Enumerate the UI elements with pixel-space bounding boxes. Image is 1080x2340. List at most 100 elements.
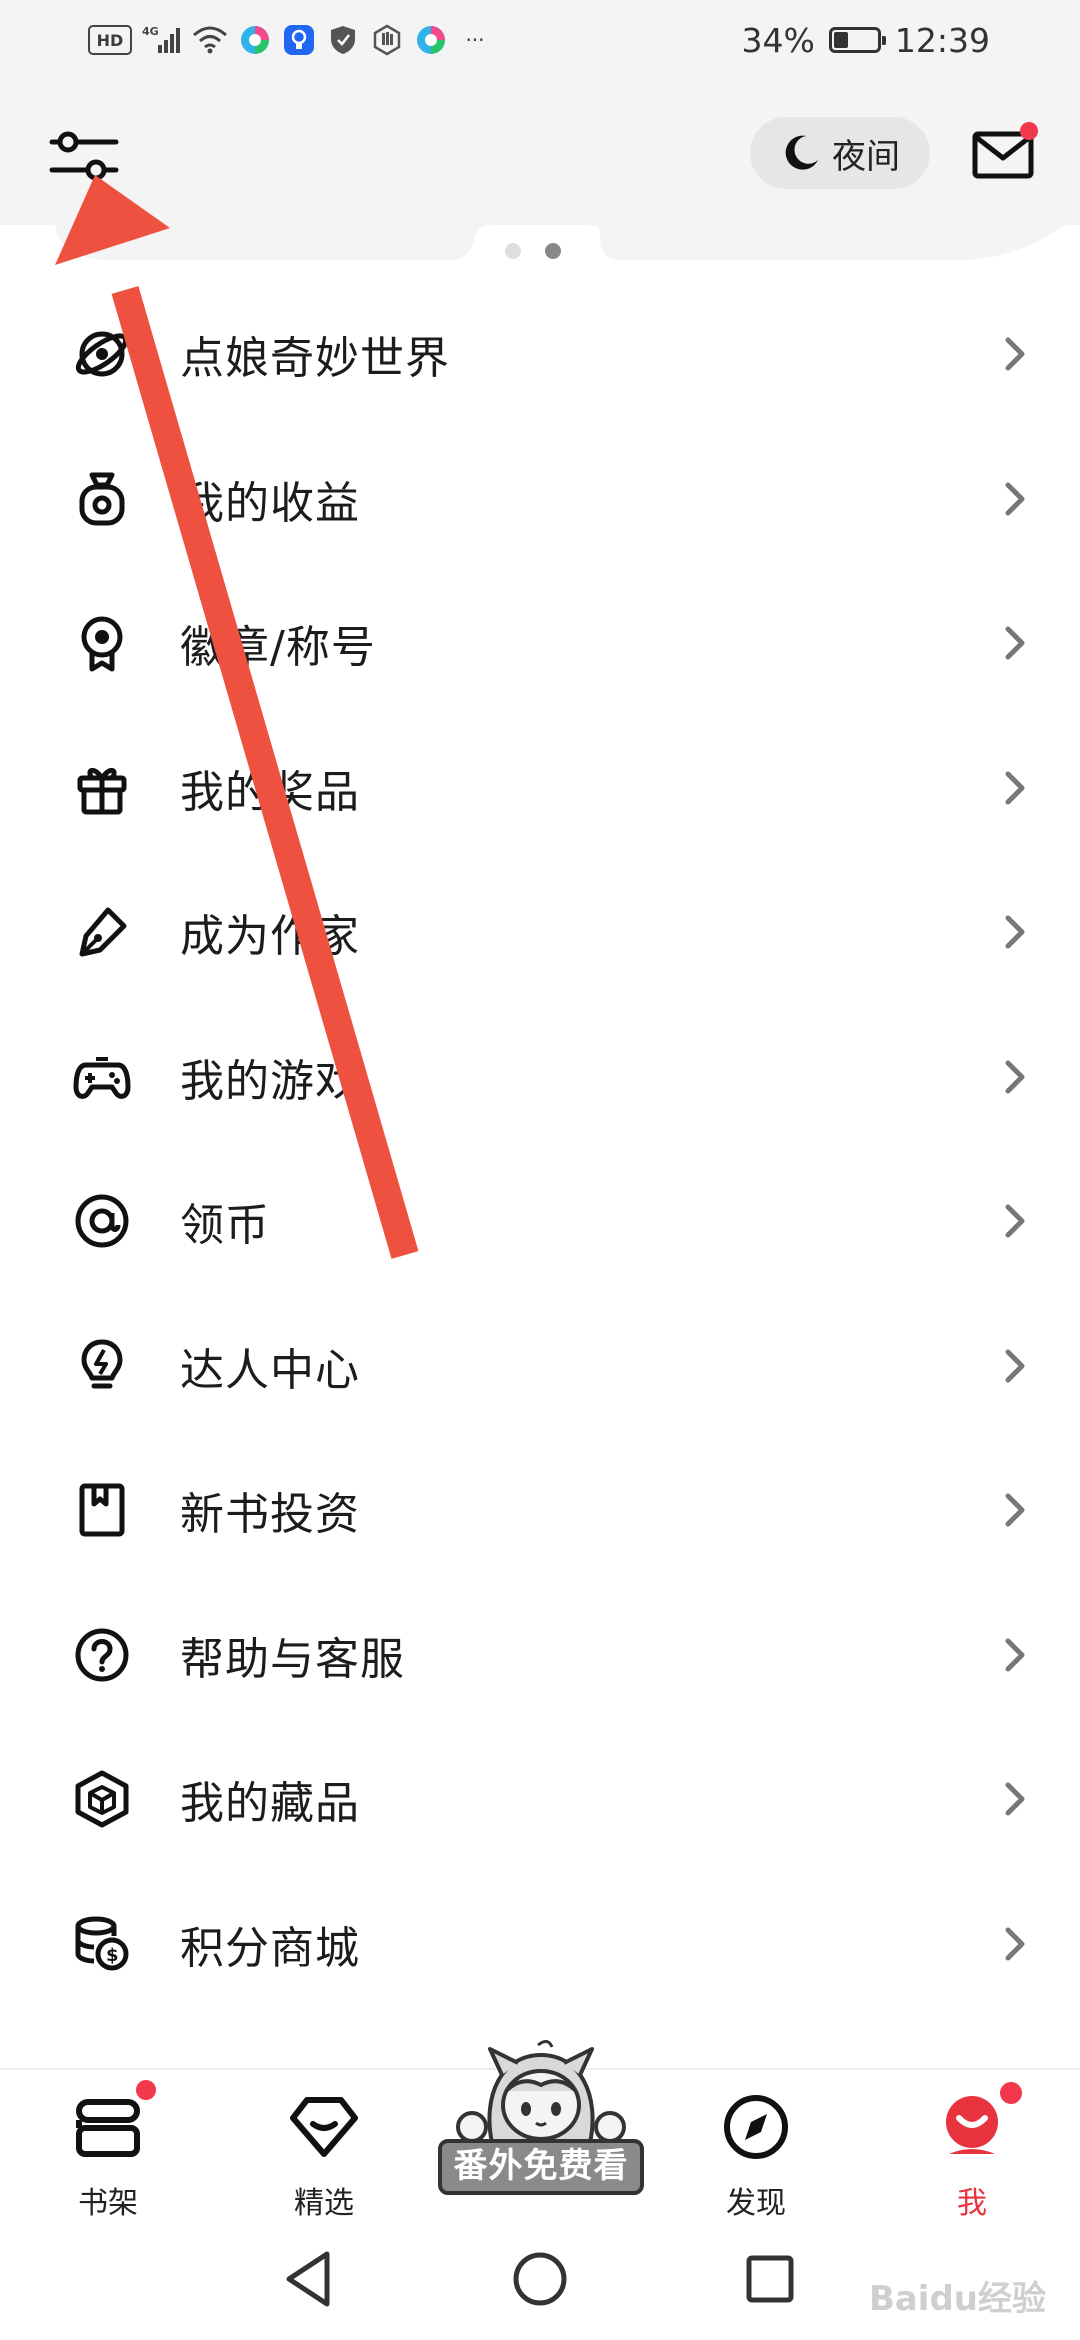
battery-icon <box>828 27 886 53</box>
orbit-icon <box>70 322 134 386</box>
me-badge <box>998 2080 1024 2106</box>
bookmark-book-icon <box>70 1478 134 1542</box>
bulb-app-icon <box>282 23 316 57</box>
tab-bookshelf[interactable]: 书架 <box>38 2070 178 2221</box>
menu-item-label: 帮助与客服 <box>180 1633 405 1685</box>
chevron-right-icon <box>1005 771 1025 805</box>
app-notification-icon <box>238 23 272 57</box>
gift-icon <box>70 756 134 820</box>
system-nav-bar: Baidu经验 <box>0 2218 1080 2340</box>
tab-featured[interactable]: 精选 <box>254 2070 394 2221</box>
mail-unread-badge <box>1020 122 1038 140</box>
menu-item-label: 领币 <box>180 1200 270 1252</box>
chevron-right-icon <box>1005 1493 1025 1527</box>
menu-item-label: 我的奖品 <box>180 766 360 818</box>
tab-label: 精选 <box>294 2186 354 2221</box>
network-type: 4G <box>142 25 159 38</box>
menu-item-label: 积分商城 <box>180 1922 360 1974</box>
menu-item-label: 达人中心 <box>180 1344 360 1396</box>
chevron-right-icon <box>1005 1204 1025 1238</box>
recents-button[interactable] <box>735 2244 805 2314</box>
compass-icon <box>724 2095 788 2159</box>
menu-item-become-writer[interactable]: 成为作家 <box>0 860 1080 1005</box>
home-circle-icon <box>513 2252 567 2306</box>
menu-item-label: 我的游戏 <box>180 1055 360 1107</box>
lightbulb-icon <box>70 1334 134 1398</box>
menu-item-claim-coins[interactable]: 领币 <box>0 1149 1080 1294</box>
status-bar: HD 4G ··· 34% 12:39 <box>0 0 1080 80</box>
menu-item-label: 新书投资 <box>180 1489 360 1541</box>
cube-icon <box>70 1767 134 1831</box>
settings-sliders-button[interactable] <box>46 124 122 188</box>
menu-item-prizes[interactable]: 我的奖品 <box>0 716 1080 861</box>
tab-label: 我 <box>957 2186 987 2221</box>
menu-item-expert-center[interactable]: 达人中心 <box>0 1294 1080 1439</box>
svg-text:$: $ <box>106 1945 119 1966</box>
menu-item-earnings[interactable]: 我的收益 <box>0 427 1080 572</box>
tab-label: 发现 <box>726 2186 786 2221</box>
gamepad-icon <box>70 1045 134 1109</box>
more-notifications-icon: ··· <box>465 28 485 52</box>
medal-icon <box>70 611 134 675</box>
app-notification-icon-2 <box>414 23 448 57</box>
home-button[interactable] <box>505 2244 575 2314</box>
night-mode-button[interactable]: 夜间 <box>750 117 930 189</box>
chevron-right-icon <box>1005 1782 1025 1816</box>
coins-stack-icon: $ <box>70 1912 134 1976</box>
chevron-right-icon <box>1005 337 1025 371</box>
chevron-right-icon <box>1005 1638 1025 1672</box>
promo-free-extra-button[interactable]: 番外免费看 <box>432 2035 650 2205</box>
promo-label: 番外免费看 <box>438 2139 644 2195</box>
bookshelf-icon <box>76 2099 140 2157</box>
menu-item-collectibles[interactable]: 我的藏品 <box>0 1727 1080 1872</box>
money-bag-icon <box>70 467 134 531</box>
at-coin-icon <box>70 1189 134 1253</box>
menu-item-points-mall[interactable]: $ 积分商城 <box>0 1872 1080 2017</box>
mail-button[interactable] <box>970 122 1040 182</box>
menu-item-label: 点娘奇妙世界 <box>180 333 450 385</box>
sliders-icon <box>49 131 119 181</box>
pager-dot-active <box>545 243 561 259</box>
tab-me[interactable]: 我 <box>902 2070 1042 2221</box>
profile-header: 夜间 <box>0 80 1080 225</box>
hand-icon <box>370 23 404 57</box>
chevron-right-icon <box>1005 915 1025 949</box>
night-mode-label: 夜间 <box>832 136 900 177</box>
help-icon <box>70 1623 134 1687</box>
status-icons-left: HD 4G ··· <box>88 18 492 62</box>
clock: 12:39 <box>894 20 990 60</box>
battery-level <box>833 32 848 48</box>
banner-pager <box>505 243 561 259</box>
mascot-girl-icon <box>456 2040 626 2145</box>
tab-label: 书架 <box>78 2186 138 2221</box>
tab-discover[interactable]: 发现 <box>686 2070 826 2221</box>
bookshelf-badge <box>136 2080 156 2100</box>
signal-icon: 4G <box>142 23 182 57</box>
pager-dot <box>505 243 521 259</box>
profile-menu-list: 点娘奇妙世界 我的收益 徽章/称号 我的奖品 成为作家 我的游戏 领币 达人中心… <box>0 282 1080 2016</box>
moon-icon <box>785 135 818 170</box>
diamond-icon <box>290 2097 358 2157</box>
chevron-right-icon <box>1005 1927 1025 1961</box>
menu-item-my-games[interactable]: 我的游戏 <box>0 1005 1080 1150</box>
menu-item-label: 我的收益 <box>180 477 360 529</box>
pen-icon <box>70 900 134 964</box>
chevron-right-icon <box>1005 1060 1025 1094</box>
menu-item-label: 徽章/称号 <box>180 622 376 674</box>
menu-item-badges[interactable]: 徽章/称号 <box>0 571 1080 716</box>
back-button[interactable] <box>275 2244 345 2314</box>
status-icons-right: 34% 12:39 <box>742 18 990 62</box>
menu-item-new-book-invest[interactable]: 新书投资 <box>0 1438 1080 1583</box>
wifi-icon <box>192 23 228 57</box>
menu-item-help-support[interactable]: 帮助与客服 <box>0 1583 1080 1728</box>
chevron-right-icon <box>1005 626 1025 660</box>
menu-item-label: 成为作家 <box>180 911 360 963</box>
shield-icon <box>326 23 360 57</box>
watermark: Baidu经验 <box>868 2279 1046 2319</box>
profile-face-icon <box>946 2096 998 2154</box>
menu-item-wonder-world[interactable]: 点娘奇妙世界 <box>0 282 1080 427</box>
menu-item-label: 我的藏品 <box>180 1778 360 1830</box>
recents-square-icon <box>746 2255 794 2303</box>
battery-percent: 34% <box>741 20 815 60</box>
back-triangle-icon <box>286 2251 330 2307</box>
